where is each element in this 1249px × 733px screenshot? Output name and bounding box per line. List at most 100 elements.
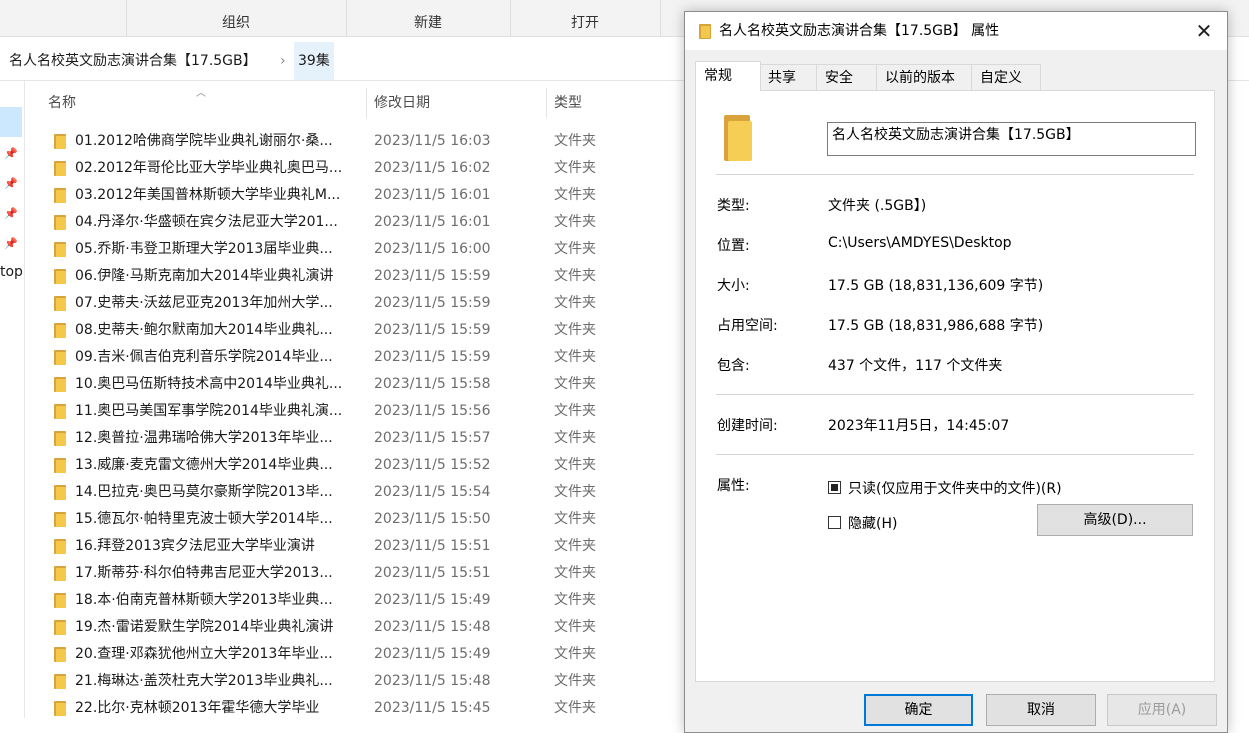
apply-button[interactable]: 应用(A) xyxy=(1107,694,1217,726)
file-type: 文件夹 xyxy=(554,511,596,527)
file-row[interactable]: 18.本·伯南克普林斯顿大学2013毕业典... 2023/11/5 15:49 文… xyxy=(0,587,700,614)
file-type: 文件夹 xyxy=(554,241,596,257)
ribbon-group-open[interactable]: 打开 xyxy=(510,0,660,36)
hidden-checkbox[interactable] xyxy=(828,516,841,529)
file-type: 文件夹 xyxy=(554,268,596,284)
divider xyxy=(716,394,1194,395)
file-date: 2023/11/5 15:59 xyxy=(374,322,491,338)
readonly-label[interactable]: 只读(仅应用于文件夹中的文件)(R) xyxy=(848,478,1062,498)
file-row[interactable]: 19.杰·雷诺爱默生学院2014毕业典礼演讲 2023/11/5 15:48 文件夹 xyxy=(0,614,700,641)
folder-icon xyxy=(54,134,66,149)
file-name[interactable]: 15.德瓦尔·帕特里克波士顿大学2014毕... xyxy=(75,506,333,533)
file-date: 2023/11/5 15:58 xyxy=(374,376,491,392)
file-name[interactable]: 08.史蒂夫·鲍尔默南加大2014毕业典礼... xyxy=(75,317,333,344)
file-name[interactable]: 14.巴拉克·奥巴马莫尔豪斯学院2013毕... xyxy=(75,479,333,506)
advanced-button[interactable]: 高级(D)... xyxy=(1037,504,1193,536)
hidden-label[interactable]: 隐藏(H) xyxy=(848,513,897,533)
file-row[interactable]: 14.巴拉克·奥巴马莫尔豪斯学院2013毕... 2023/11/5 15:54 文… xyxy=(0,479,700,506)
file-date: 2023/11/5 15:48 xyxy=(374,673,491,689)
column-divider[interactable] xyxy=(366,88,367,118)
file-row[interactable]: 11.奥巴马美国军事学院2014毕业典礼演... 2023/11/5 15:56 文… xyxy=(0,398,700,425)
file-date: 2023/11/5 15:48 xyxy=(374,619,491,635)
file-row[interactable]: 02.2012年哥伦比亚大学毕业典礼奥巴马... 2023/11/5 16:02 文… xyxy=(0,155,700,182)
file-row[interactable]: 07.史蒂夫·沃兹尼亚克2013年加州大学... 2023/11/5 15:59 文… xyxy=(0,290,700,317)
folder-icon xyxy=(54,458,66,473)
file-row[interactable]: 05.乔斯·韦登卫斯理大学2013届毕业典... 2023/11/5 16:00 文… xyxy=(0,236,700,263)
file-name[interactable]: 06.伊隆·马斯克南加大2014毕业典礼演讲 xyxy=(75,263,333,290)
file-row[interactable]: 01.2012哈佛商学院毕业典礼谢丽尔·桑... 2023/11/5 16:03 文… xyxy=(0,128,700,155)
file-name[interactable]: 17.斯蒂芬·科尔伯特弗吉尼亚大学2013... xyxy=(75,560,333,587)
file-name[interactable]: 09.吉米·佩吉伯克利音乐学院2014毕业... xyxy=(75,344,333,371)
file-name[interactable]: 02.2012年哥伦比亚大学毕业典礼奥巴马... xyxy=(75,155,342,182)
file-row[interactable]: 09.吉米·佩吉伯克利音乐学院2014毕业... 2023/11/5 15:59 文… xyxy=(0,344,700,371)
file-row[interactable]: 16.拜登2013宾夕法尼亚大学毕业演讲 2023/11/5 15:51 文件夹 xyxy=(0,533,700,560)
file-row[interactable]: 15.德瓦尔·帕特里克波士顿大学2014毕... 2023/11/5 15:50 文… xyxy=(0,506,700,533)
column-header-date[interactable]: 修改日期 xyxy=(374,81,430,125)
file-name[interactable]: 13.威廉·麦克雷文德州大学2014毕业典... xyxy=(75,452,333,479)
folder-icon xyxy=(54,161,66,176)
breadcrumb-current[interactable]: 39集 xyxy=(294,42,334,80)
cancel-button[interactable]: 取消 xyxy=(986,694,1096,726)
file-row[interactable]: 21.梅琳达·盖茨杜克大学2013毕业典礼... 2023/11/5 15:48 文… xyxy=(0,668,700,695)
tab-general[interactable]: 常规 xyxy=(695,61,761,91)
file-type: 文件夹 xyxy=(554,214,596,230)
file-row[interactable]: 17.斯蒂芬·科尔伯特弗吉尼亚大学2013... 2023/11/5 15:51 文… xyxy=(0,560,700,587)
general-panel: 名人名校英文励志演讲合集【17.5GB】 类型: 文件夹 (.5GB】) 位置:… xyxy=(695,90,1215,682)
size-value: 17.5 GB (18,831,136,609 字节) xyxy=(828,278,1044,294)
file-type: 文件夹 xyxy=(554,592,596,608)
ribbon-group-new[interactable]: 新建 xyxy=(346,0,510,36)
dialog-titlebar[interactable]: 名人名校英文励志演讲合集【17.5GB】 属性 ✕ xyxy=(685,12,1227,50)
column-divider[interactable] xyxy=(546,88,547,118)
file-row[interactable]: 13.威廉·麦克雷文德州大学2014毕业典... 2023/11/5 15:52 文… xyxy=(0,452,700,479)
file-name[interactable]: 20.查理·邓森犹他州立大学2013年毕业... xyxy=(75,641,333,668)
file-name[interactable]: 03.2012年美国普林斯顿大学毕业典礼M... xyxy=(75,182,340,209)
file-row[interactable]: 06.伊隆·马斯克南加大2014毕业典礼演讲 2023/11/5 15:59 文件夹 xyxy=(0,263,700,290)
file-type: 文件夹 xyxy=(554,619,596,635)
properties-dialog: 名人名校英文励志演讲合集【17.5GB】 属性 ✕ 常规 共享 安全 以前的版本… xyxy=(684,11,1228,733)
file-date: 2023/11/5 15:56 xyxy=(374,403,491,419)
breadcrumb-chevron-icon[interactable]: › xyxy=(280,42,286,80)
tab-previous-versions[interactable]: 以前的版本 xyxy=(876,64,972,90)
file-name[interactable]: 16.拜登2013宾夕法尼亚大学毕业演讲 xyxy=(75,533,315,560)
file-name[interactable]: 19.杰·雷诺爱默生学院2014毕业典礼演讲 xyxy=(75,614,333,641)
folder-icon xyxy=(54,512,66,527)
file-date: 2023/11/5 15:59 xyxy=(374,349,491,365)
file-date: 2023/11/5 15:59 xyxy=(374,295,491,311)
folder-icon xyxy=(54,269,66,284)
readonly-checkbox[interactable] xyxy=(828,481,841,494)
tab-customize[interactable]: 自定义 xyxy=(971,64,1041,90)
file-name[interactable]: 07.史蒂夫·沃兹尼亚克2013年加州大学... xyxy=(75,290,333,317)
folder-name-input[interactable]: 名人名校英文励志演讲合集【17.5GB】 xyxy=(827,122,1196,156)
folder-icon xyxy=(54,674,66,689)
tab-security[interactable]: 安全 xyxy=(816,64,877,90)
file-name[interactable]: 04.丹泽尔·华盛顿在宾夕法尼亚大学201... xyxy=(75,209,338,236)
file-row[interactable]: 12.奥普拉·温弗瑞哈佛大学2013年毕业... 2023/11/5 15:57 文… xyxy=(0,425,700,452)
close-button[interactable]: ✕ xyxy=(1181,12,1227,50)
file-name[interactable]: 12.奥普拉·温弗瑞哈佛大学2013年毕业... xyxy=(75,425,333,452)
tab-sharing[interactable]: 共享 xyxy=(759,64,817,90)
file-row[interactable]: 03.2012年美国普林斯顿大学毕业典礼M... 2023/11/5 16:01 文… xyxy=(0,182,700,209)
ok-button[interactable]: 确定 xyxy=(864,694,973,726)
file-row[interactable]: 10.奥巴马伍斯特技术高中2014毕业典礼... 2023/11/5 15:58 文… xyxy=(0,371,700,398)
divider xyxy=(716,174,1194,175)
file-name[interactable]: 05.乔斯·韦登卫斯理大学2013届毕业典... xyxy=(75,236,333,263)
file-row[interactable]: 20.查理·邓森犹他州立大学2013年毕业... 2023/11/5 15:49 文… xyxy=(0,641,700,668)
folder-icon xyxy=(54,620,66,635)
file-type: 文件夹 xyxy=(554,484,596,500)
column-header-type[interactable]: 类型 xyxy=(554,81,582,125)
file-name[interactable]: 10.奥巴马伍斯特技术高中2014毕业典礼... xyxy=(75,371,342,398)
column-header-name[interactable]: 名称 xyxy=(48,81,76,125)
file-name[interactable]: 01.2012哈佛商学院毕业典礼谢丽尔·桑... xyxy=(75,128,333,155)
breadcrumb-parent[interactable]: 名人名校英文励志演讲合集【17.5GB】 xyxy=(9,42,257,80)
type-value: 文件夹 (.5GB】) xyxy=(828,198,927,214)
location-label: 位置: xyxy=(717,238,750,254)
file-name[interactable]: 21.梅琳达·盖茨杜克大学2013毕业典礼... xyxy=(75,668,333,695)
folder-icon xyxy=(54,539,66,554)
folder-icon xyxy=(54,215,66,230)
file-name[interactable]: 18.本·伯南克普林斯顿大学2013毕业典... xyxy=(75,587,333,614)
ribbon-group-organize[interactable]: 组织 xyxy=(126,0,346,36)
file-name[interactable]: 11.奥巴马美国军事学院2014毕业典礼演... xyxy=(75,398,342,425)
file-row[interactable]: 04.丹泽尔·华盛顿在宾夕法尼亚大学201... 2023/11/5 16:01 文… xyxy=(0,209,700,236)
file-row[interactable]: 08.史蒂夫·鲍尔默南加大2014毕业典礼... 2023/11/5 15:59 文… xyxy=(0,317,700,344)
file-type: 文件夹 xyxy=(554,565,596,581)
